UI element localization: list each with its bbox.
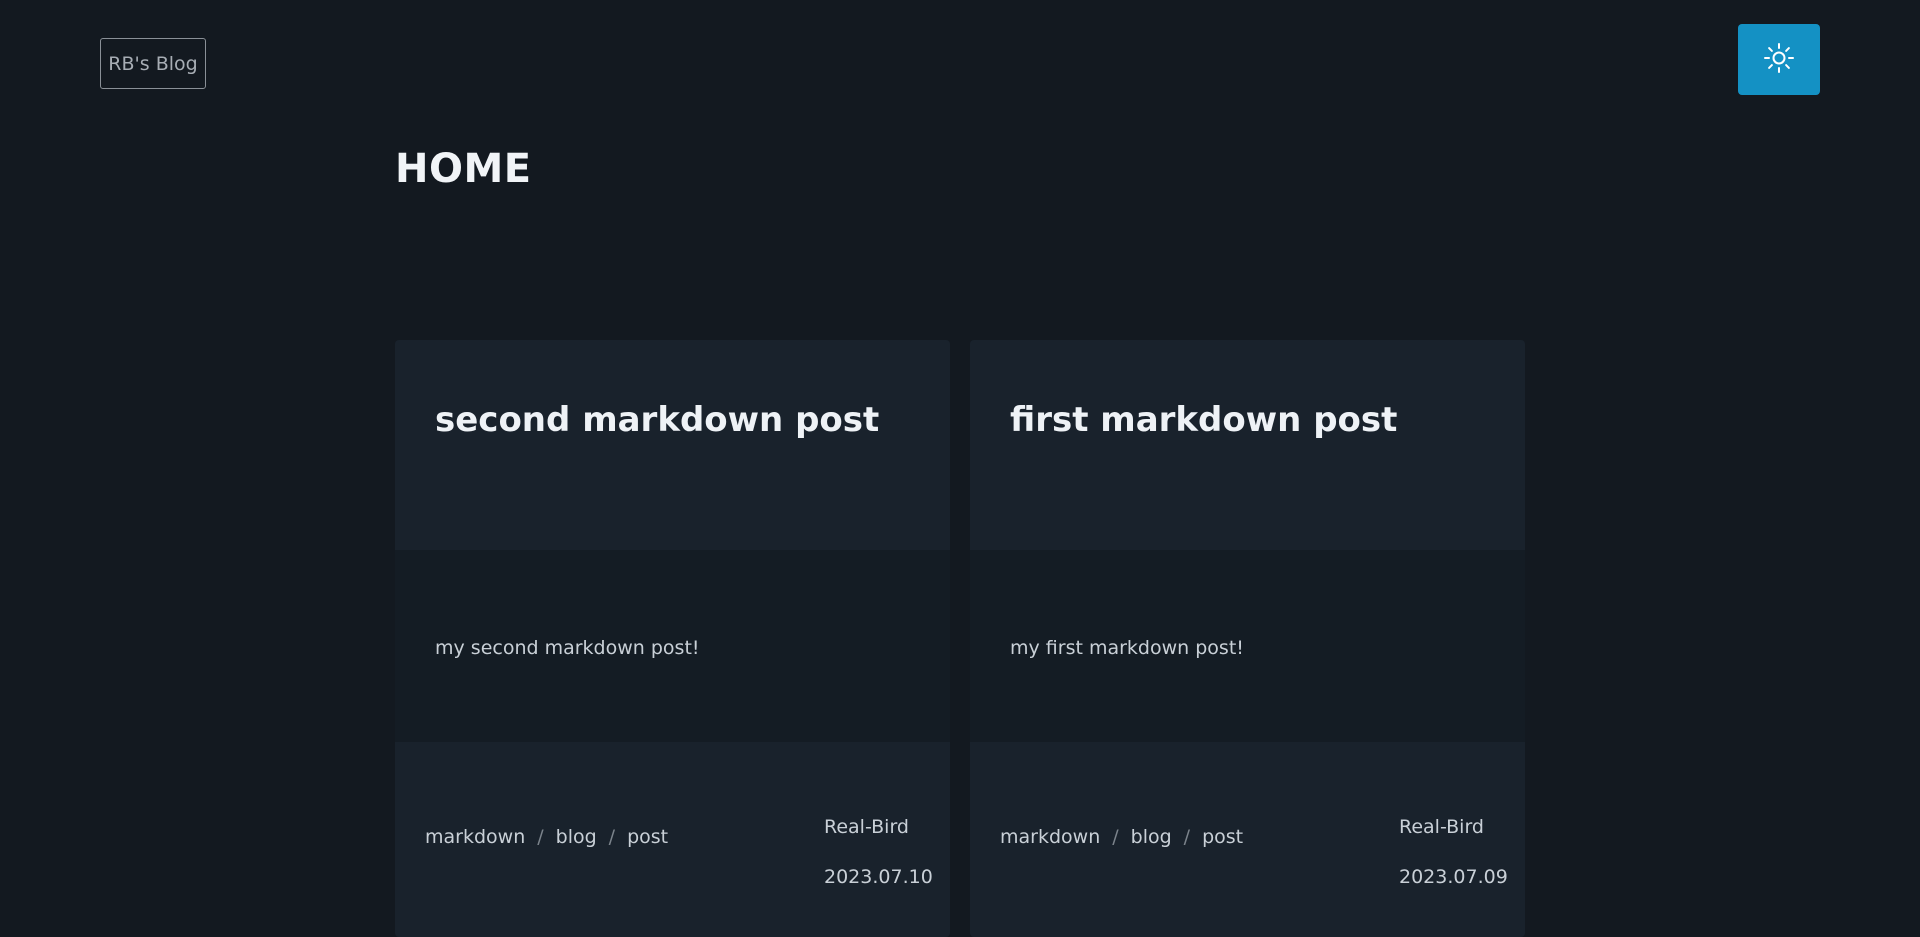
post-card-body: my first markdown post! <box>970 550 1525 742</box>
post-card[interactable]: second markdown post my second markdown … <box>395 340 950 937</box>
post-list: second markdown post my second markdown … <box>395 340 1525 937</box>
post-title[interactable]: second markdown post <box>435 400 910 440</box>
sun-icon <box>1763 42 1795 77</box>
post-meta: Real-Bird 2023.07.09 <box>1399 816 1508 888</box>
post-date: 2023.07.10 <box>824 866 933 888</box>
tag-blog[interactable]: blog <box>556 826 597 848</box>
post-card-header: second markdown post <box>395 340 950 550</box>
post-title[interactable]: first markdown post <box>1010 400 1485 440</box>
post-description: my second markdown post! <box>435 637 700 659</box>
tag-markdown[interactable]: markdown <box>1000 826 1100 848</box>
blog-logo-link[interactable]: RB's Blog <box>100 38 206 89</box>
tag-separator: / <box>537 826 544 848</box>
post-tags: markdown / blog / post <box>1000 826 1243 848</box>
tag-post[interactable]: post <box>1202 826 1243 848</box>
page-title: HOME <box>395 146 532 192</box>
post-tags: markdown / blog / post <box>425 826 668 848</box>
post-author: Real-Bird <box>1399 816 1484 838</box>
tag-separator: / <box>1183 826 1191 848</box>
post-meta: Real-Bird 2023.07.10 <box>824 816 933 888</box>
tag-separator: / <box>1112 826 1119 848</box>
post-card[interactable]: first markdown post my first markdown po… <box>970 340 1525 937</box>
theme-toggle-button[interactable] <box>1738 24 1820 95</box>
post-author: Real-Bird <box>824 816 909 838</box>
post-date: 2023.07.09 <box>1399 866 1508 888</box>
post-card-body: my second markdown post! <box>395 550 950 742</box>
tag-post[interactable]: post <box>627 826 668 848</box>
tag-markdown[interactable]: markdown <box>425 826 525 848</box>
post-card-footer: markdown / blog / post Real-Bird 2023.07… <box>970 742 1525 937</box>
tag-blog[interactable]: blog <box>1131 826 1172 848</box>
post-card-header: first markdown post <box>970 340 1525 550</box>
post-card-footer: markdown / blog / post Real-Bird 2023.07… <box>395 742 950 937</box>
post-description: my first markdown post! <box>1010 637 1244 659</box>
page: RB's Blog HOME second markdown post my s… <box>0 0 1920 937</box>
tag-separator: / <box>608 826 616 848</box>
